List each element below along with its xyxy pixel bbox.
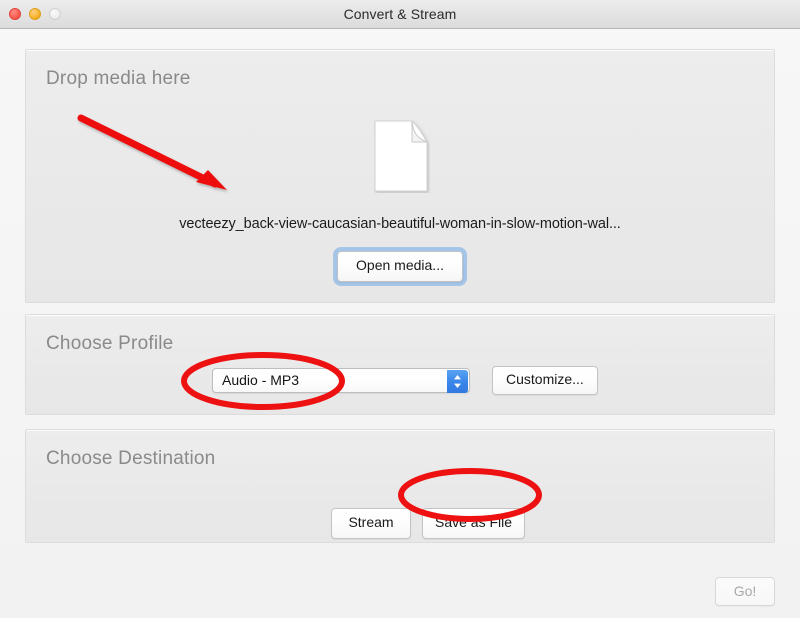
- title-bar: Convert & Stream: [0, 0, 800, 29]
- minimize-button[interactable]: [29, 8, 41, 20]
- save-as-file-button[interactable]: Save as File: [422, 508, 526, 539]
- window-controls: [9, 8, 61, 20]
- document-icon: [374, 120, 430, 193]
- choose-destination-title: Choose Destination: [46, 448, 216, 469]
- customize-button[interactable]: Customize...: [492, 366, 598, 395]
- chevron-up-down-icon[interactable]: [447, 369, 468, 393]
- go-button[interactable]: Go!: [715, 577, 775, 606]
- open-media-focus-ring: Open media...: [334, 248, 466, 285]
- stream-button[interactable]: Stream: [331, 508, 411, 539]
- profile-row: Audio - MP3 Customize...: [212, 366, 598, 395]
- drop-media-title: Drop media here: [46, 68, 191, 89]
- choose-profile-title: Choose Profile: [46, 333, 174, 354]
- close-button[interactable]: [9, 8, 21, 20]
- window-title: Convert & Stream: [343, 6, 457, 22]
- app-window: Convert & Stream Drop media here vecteez…: [0, 0, 800, 618]
- destination-row: Stream Save as File: [331, 508, 526, 539]
- open-media-button[interactable]: Open media...: [337, 251, 463, 282]
- profile-select[interactable]: Audio - MP3: [212, 367, 470, 393]
- zoom-button: [49, 8, 61, 20]
- drop-media-panel[interactable]: Drop media here vecteezy_back-view-cauca…: [25, 49, 775, 303]
- choose-profile-panel: Choose Profile Audio - MP3 Customize...: [25, 314, 775, 415]
- choose-destination-panel: Choose Destination Stream Save as File: [25, 429, 775, 543]
- media-filename: vecteezy_back-view-caucasian-beautiful-w…: [179, 216, 621, 232]
- window-content: Drop media here vecteezy_back-view-cauca…: [0, 29, 800, 618]
- profile-selected-value: Audio - MP3: [222, 372, 300, 389]
